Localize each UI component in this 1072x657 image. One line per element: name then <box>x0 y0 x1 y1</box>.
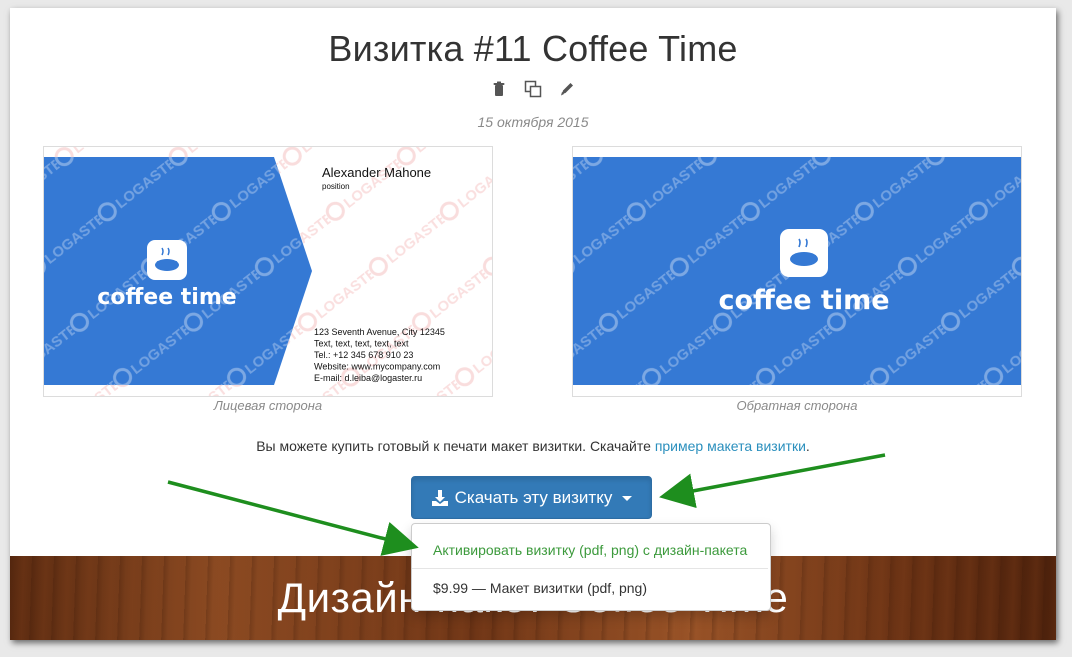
front-position: position <box>322 182 350 191</box>
copy-icon[interactable] <box>523 79 543 99</box>
download-button-label: Скачать эту визитку <box>454 487 613 507</box>
sample-link[interactable]: пример макета визитки <box>655 438 806 454</box>
download-icon <box>431 489 448 506</box>
card-back-preview[interactable]: LOGASTER coffee time <box>572 146 1022 397</box>
card-toolbar <box>10 78 1056 100</box>
front-address-line: E-mail: d.leiba@logaster.ru <box>314 373 422 383</box>
front-name: Alexander Mahone <box>322 165 431 180</box>
caption-back: Обратная сторона <box>736 398 858 413</box>
card-front-graphic: LOGASTER LOGASTER coffee time Alexander … <box>44 147 492 396</box>
menu-item-buy-layout[interactable]: $9.99 — Макет визитки (pdf, png) <box>412 570 770 606</box>
pencil-icon[interactable] <box>557 79 577 99</box>
trash-icon[interactable] <box>489 79 509 99</box>
purchase-info: Вы можете купить готовый к печати макет … <box>10 438 1056 454</box>
download-button[interactable]: Скачать эту визитку <box>411 476 652 519</box>
page-frame: Визитка #11 Coffee Time 15 октября 2015 <box>10 8 1056 640</box>
front-address-line: Text, text, text, text, text <box>314 339 409 349</box>
menu-divider <box>412 568 768 569</box>
back-logo-text: coffee time <box>718 285 889 316</box>
card-back-graphic: LOGASTER coffee time <box>573 157 1021 385</box>
card-front-preview[interactable]: LOGASTER LOGASTER coffee time Alexander … <box>43 146 493 397</box>
menu-item-activate[interactable]: Активировать визитку (pdf, png) с дизайн… <box>412 532 770 568</box>
front-address-line: 123 Seventh Avenue, City 12345 <box>314 327 445 337</box>
purchase-info-suffix: . <box>805 438 810 454</box>
front-address-line: Tel.: +12 345 678 910 23 <box>314 350 413 360</box>
purchase-info-text: Вы можете купить готовый к печати макет … <box>256 438 655 454</box>
front-logo-text: coffee time <box>97 285 236 310</box>
creation-date: 15 октября 2015 <box>477 114 589 130</box>
page-title: Визитка #11 Coffee Time <box>328 28 738 69</box>
front-address-line: Website: www.mycompany.com <box>314 362 440 372</box>
caption-front: Лицевая сторона <box>213 398 323 413</box>
caret-down-icon <box>622 496 633 501</box>
download-dropdown-menu: Активировать визитку (pdf, png) с дизайн… <box>411 523 771 611</box>
